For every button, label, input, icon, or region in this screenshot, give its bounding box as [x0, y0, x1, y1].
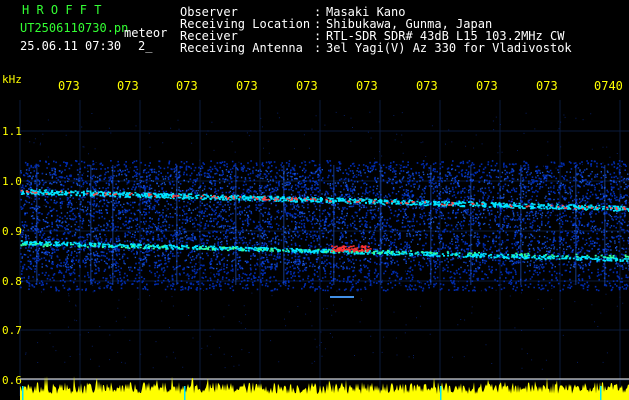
vertical-streak [176, 165, 178, 285]
vertical-streak [575, 165, 577, 285]
x-tick-label: 073 [536, 79, 558, 93]
meteor-echo-trace [330, 296, 354, 298]
y-tick-label: 1.0 [2, 175, 22, 188]
vertical-streak [283, 165, 285, 285]
x-tick-label: 073 [176, 79, 198, 93]
x-tick-label: 073 [117, 79, 139, 93]
hrofft-spectrogram-screen: H R O F F T UT2506110730.pn meteor 25.06… [0, 0, 629, 400]
vertical-streak [380, 165, 382, 285]
vertical-streak [470, 165, 472, 285]
axis-unit: kHz [2, 73, 22, 86]
floor-marker [22, 386, 24, 400]
spectrogram-plot [19, 100, 629, 400]
x-tick-label: 073 [296, 79, 318, 93]
y-tick-label: 0.9 [2, 225, 22, 238]
floor-marker [600, 386, 602, 400]
floor-marker [440, 386, 442, 400]
y-tick-label: 1.1 [2, 125, 22, 138]
x-tick-label: 073 [356, 79, 378, 93]
x-tick-label: 073 [416, 79, 438, 93]
vertical-streak [90, 165, 92, 285]
vertical-streak [604, 165, 606, 285]
vertical-streak [333, 165, 335, 285]
frame-counter: 2_ [138, 39, 153, 53]
y-tick-label: 0.8 [2, 275, 22, 288]
info-label-antenna: Receiving Antenna [180, 41, 303, 55]
mode-label: meteor [124, 26, 168, 40]
x-tick-label: 073 [476, 79, 498, 93]
y-tick-label: 0.7 [2, 324, 22, 337]
x-tick-label: 073 [58, 79, 80, 93]
x-tick-label: 073 [236, 79, 258, 93]
vertical-streak [112, 165, 114, 285]
info-sep: : [314, 41, 322, 55]
info-value-antenna: 3el Yagi(V) Az 330 for Vladivostok [326, 41, 572, 55]
meteor-echo-bands [20, 188, 629, 298]
spectrogram-noise [20, 111, 629, 370]
vertical-streak [430, 165, 432, 285]
brand-title: H R O F F T [22, 3, 102, 17]
vertical-streak [36, 165, 38, 285]
vertical-streak [520, 165, 522, 285]
file-name: UT2506110730.pn [20, 21, 129, 35]
date-time: 25.06.11 07:30 [20, 39, 122, 53]
vertical-streak [235, 165, 237, 285]
y-tick-label: 0.6 [2, 374, 22, 387]
floor-marker [184, 386, 186, 400]
x-tick-label: 0740 [594, 79, 623, 93]
